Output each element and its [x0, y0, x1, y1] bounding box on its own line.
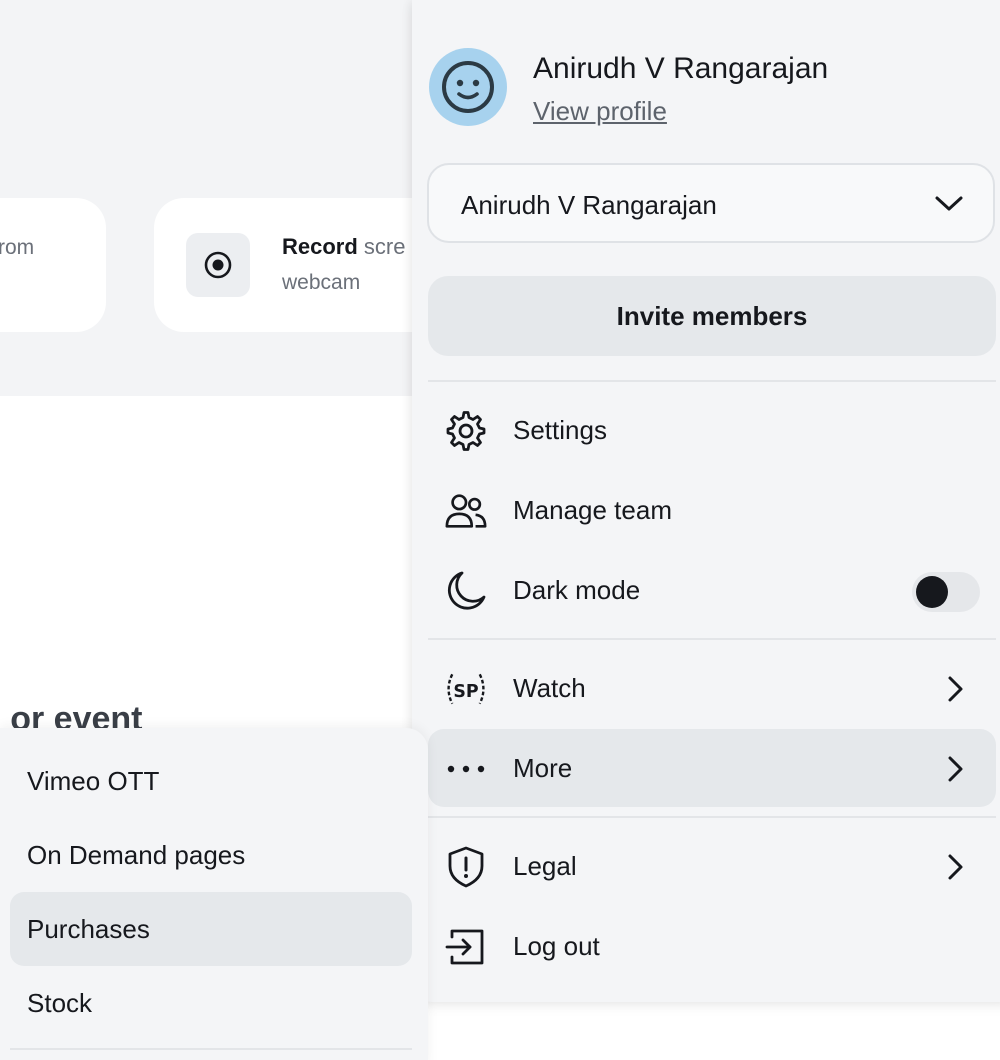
record-icon	[186, 233, 250, 297]
chevron-right-icon	[944, 853, 966, 886]
toggle-knob	[916, 576, 948, 608]
menu-divider	[428, 638, 996, 640]
dark-mode-toggle[interactable]	[912, 572, 980, 612]
smiley-avatar-icon[interactable]	[429, 48, 507, 126]
menu-item-log-out[interactable]: Log out	[428, 907, 996, 985]
moon-icon	[444, 569, 488, 613]
menu-item-label: Dark mode	[513, 575, 641, 605]
submenu-item-vimeo-ott[interactable]: Vimeo OTT	[10, 744, 412, 818]
menu-item-label: More	[513, 753, 573, 783]
team-select[interactable]: Anirudh V Rangarajan	[427, 163, 995, 243]
menu-item-watch[interactable]: SP Watch	[428, 649, 996, 727]
invite-members-button[interactable]: Invite members	[428, 276, 996, 356]
submenu-item-label: Purchases	[27, 914, 150, 944]
users-icon	[444, 489, 488, 533]
more-dots-icon	[444, 747, 488, 791]
submenu-divider	[10, 1048, 412, 1050]
more-submenu: Vimeo OTT On Demand pages Purchases Stoc…	[0, 728, 428, 1060]
page: rom Record scre webcam o or event Anirud…	[0, 0, 1000, 1060]
submenu-item-label: Stock	[27, 988, 93, 1018]
view-profile-link[interactable]: View profile	[533, 96, 667, 127]
record-card-title: Record scre	[282, 234, 406, 259]
submenu-item-stock[interactable]: Stock	[10, 966, 412, 1040]
menu-item-dark-mode[interactable]: Dark mode	[428, 551, 996, 629]
team-select-value: Anirudh V Rangarajan	[461, 190, 717, 220]
menu-item-label: Watch	[513, 673, 586, 703]
menu-item-manage-team[interactable]: Manage team	[428, 471, 996, 549]
svg-text:SP: SP	[453, 682, 479, 702]
upload-card-text: rom	[0, 236, 35, 259]
menu-item-more[interactable]: More	[428, 729, 996, 807]
menu-item-settings[interactable]: Settings	[428, 391, 996, 469]
submenu-item-label: Vimeo OTT	[27, 766, 160, 796]
user-name: Anirudh V Rangarajan	[533, 52, 829, 85]
account-menu: Anirudh V Rangarajan View profile Anirud…	[412, 0, 1000, 1002]
record-card-subtitle: webcam	[282, 271, 361, 294]
menu-item-label: Log out	[513, 931, 600, 961]
chevron-down-icon	[934, 193, 964, 220]
chevron-right-icon	[944, 755, 966, 788]
submenu-item-purchases[interactable]: Purchases	[10, 892, 412, 966]
menu-item-label: Manage team	[513, 495, 672, 525]
submenu-item-label: On Demand pages	[27, 840, 246, 870]
gear-icon	[444, 409, 488, 453]
menu-item-legal[interactable]: Legal	[428, 827, 996, 905]
menu-divider	[428, 380, 996, 382]
menu-divider	[428, 816, 996, 818]
chevron-right-icon	[944, 675, 966, 708]
shield-icon	[444, 845, 488, 889]
log-out-icon	[444, 925, 488, 969]
upload-card[interactable]: rom	[0, 198, 106, 332]
menu-item-label: Settings	[513, 415, 607, 445]
menu-item-label: Legal	[513, 851, 577, 881]
submenu-item-on-demand-pages[interactable]: On Demand pages	[10, 818, 412, 892]
sp-watch-icon: SP	[444, 667, 488, 711]
